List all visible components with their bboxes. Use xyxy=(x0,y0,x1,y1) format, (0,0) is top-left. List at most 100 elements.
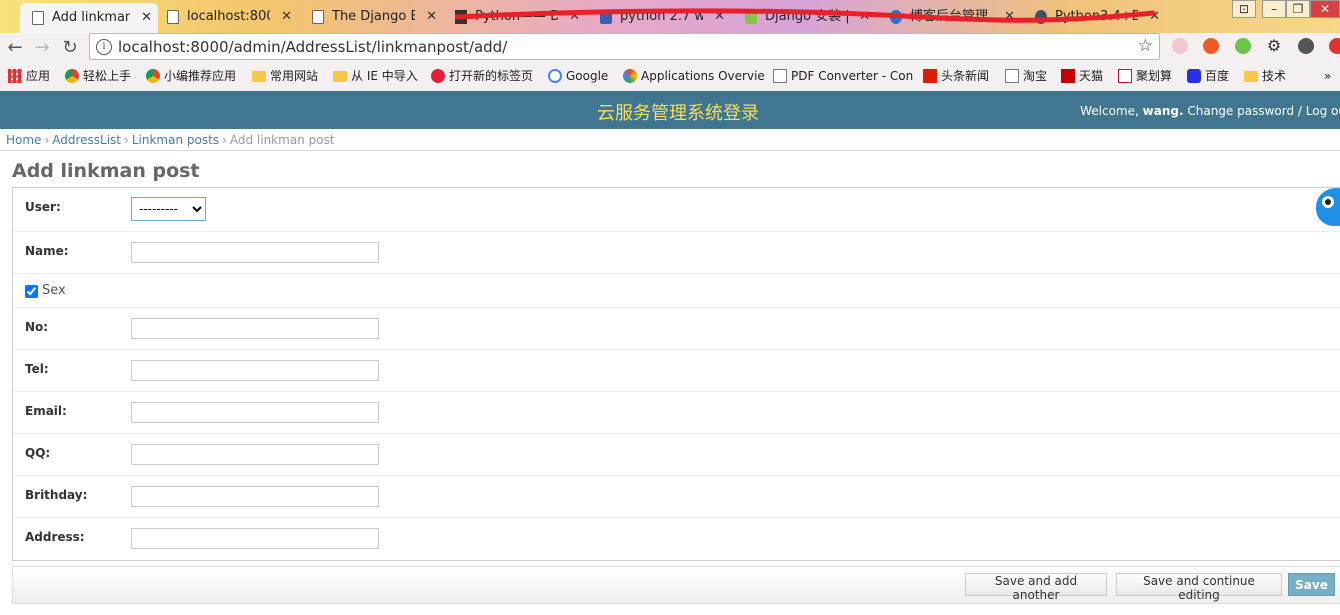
birthday-input[interactable] xyxy=(131,486,379,507)
breadcrumb-separator: › xyxy=(44,133,50,147)
close-icon[interactable]: ✕ xyxy=(569,2,580,32)
bookmarks-overflow-icon[interactable]: » xyxy=(1318,63,1331,90)
folder-icon xyxy=(1244,71,1258,82)
bookmark-label: 淘宝 xyxy=(1023,69,1048,83)
tab-django-book[interactable]: The Django Bo ✕ xyxy=(300,2,443,32)
bookmark-folder[interactable]: 技术 xyxy=(1242,63,1286,90)
save-and-add-another-button[interactable]: Save and add another xyxy=(965,573,1107,602)
bookmark-item[interactable]: 聚划算 xyxy=(1116,63,1172,90)
apps-overview-icon xyxy=(623,69,637,83)
tab-label: Django 安装 | xyxy=(765,9,848,24)
gear-icon[interactable]: ⚙ xyxy=(1266,38,1282,54)
extension-icon[interactable] xyxy=(1203,38,1219,54)
close-icon[interactable]: ✕ xyxy=(859,2,870,32)
maximize-icon[interactable]: ❐ xyxy=(1286,0,1310,18)
no-input[interactable] xyxy=(131,318,379,339)
google-icon xyxy=(548,69,562,83)
tab-localhost[interactable]: localhost:8000 ✕ xyxy=(155,2,298,32)
site-icon xyxy=(1035,10,1047,24)
save-and-continue-button[interactable]: Save and continue editing xyxy=(1116,573,1282,602)
bookmark-folder[interactable]: 从 IE 中导入 xyxy=(331,63,418,90)
folder-icon xyxy=(252,71,266,82)
extension-icon[interactable] xyxy=(1172,38,1188,54)
form-row-email: Email: xyxy=(13,392,1340,434)
tab-python-27[interactable]: python 2.7 win ✕ xyxy=(588,2,731,32)
bookmark-item[interactable]: 打开新的标签页 xyxy=(429,63,533,90)
form-row-no: No: xyxy=(13,308,1340,350)
breadcrumb-app[interactable]: AddressList xyxy=(52,133,121,147)
image-icon xyxy=(600,10,612,24)
tel-input[interactable] xyxy=(131,360,379,381)
user-select[interactable]: --------- xyxy=(131,197,206,221)
reload-icon[interactable]: ↻ xyxy=(59,37,81,59)
breadcrumb-model[interactable]: Linkman posts xyxy=(132,133,219,147)
close-icon[interactable]: ✕ xyxy=(426,2,437,32)
logout-link[interactable]: Log ou xyxy=(1306,104,1340,118)
qq-input[interactable] xyxy=(131,444,379,465)
breadcrumb: Home › AddressList › Linkman posts › Add linkm… xyxy=(0,129,1340,151)
name-label: Name: xyxy=(25,244,69,258)
evernote-icon[interactable] xyxy=(1298,38,1314,54)
bookmark-label: 从 IE 中导入 xyxy=(351,69,418,83)
close-icon[interactable]: ✕ xyxy=(141,3,152,33)
forward-icon[interactable]: → xyxy=(31,37,53,59)
star-icon[interactable]: ☆ xyxy=(1138,36,1153,56)
tab-label: Python3.4+Dj xyxy=(1055,9,1138,24)
new-tab-icon xyxy=(431,69,445,83)
url-text: localhost:8000/admin/AddressList/linkman… xyxy=(118,38,508,56)
folder-icon xyxy=(333,71,347,82)
bookmark-label: PDF Converter - Con xyxy=(791,69,914,83)
address-bar[interactable]: i localhost:8000/admin/AddressList/linkm… xyxy=(89,33,1160,60)
bookmark-item[interactable]: 淘宝 xyxy=(1003,63,1047,90)
bookmark-item[interactable]: 轻松上手 xyxy=(63,63,131,90)
bookmark-item[interactable]: 小编推荐应用 xyxy=(144,63,236,90)
close-icon[interactable]: ✕ xyxy=(714,2,725,32)
bookmark-item[interactable]: Google xyxy=(546,63,608,90)
profile-icon[interactable]: ⊡ xyxy=(1232,0,1256,18)
bookmark-label: Applications Overvie xyxy=(641,69,765,83)
back-icon[interactable]: ← xyxy=(4,37,26,59)
mascot-eye xyxy=(1322,196,1334,208)
breadcrumb-separator: › xyxy=(222,133,227,147)
bookmark-item[interactable]: 天猫 xyxy=(1059,63,1103,90)
page-icon xyxy=(32,11,44,25)
bookmark-apps[interactable]: 应用 xyxy=(6,63,50,90)
save-button[interactable]: Save xyxy=(1288,573,1335,596)
news-icon xyxy=(923,69,937,83)
form-row-name: Name: xyxy=(13,232,1340,274)
bookmark-label: 打开新的标签页 xyxy=(449,69,534,83)
sex-checkbox[interactable] xyxy=(25,285,38,298)
minimize-icon[interactable]: – xyxy=(1262,0,1286,18)
bookmark-label: 天猫 xyxy=(1079,69,1104,83)
bookmark-item[interactable]: PDF Converter - Con xyxy=(771,63,930,90)
tab-django-install[interactable]: Django 安装 | ✕ xyxy=(733,2,876,32)
bookmark-folder[interactable]: 常用网站 xyxy=(250,63,318,90)
tab-python34[interactable]: Python3.4+Dj ✕ xyxy=(1023,2,1166,32)
page-icon xyxy=(1005,69,1019,83)
breadcrumb-current: Add linkman post xyxy=(229,133,335,147)
tab-blog-admin[interactable]: 博客后台管理 ✕ xyxy=(878,2,1021,32)
no-label: No: xyxy=(25,320,49,334)
extension-icon[interactable] xyxy=(1329,38,1340,54)
close-icon[interactable]: ✕ xyxy=(281,2,292,32)
name-input[interactable] xyxy=(131,242,379,263)
change-password-link[interactable]: Change password xyxy=(1187,104,1294,118)
info-icon[interactable]: i xyxy=(96,39,112,55)
email-input[interactable] xyxy=(131,402,379,423)
close-icon[interactable]: ✕ xyxy=(1149,2,1160,32)
bookmark-item[interactable]: Applications Overvie xyxy=(621,63,780,90)
bookmark-item[interactable]: 头条新闻 xyxy=(921,63,989,90)
window-close-icon[interactable]: ✕ xyxy=(1310,0,1340,18)
tab-python-django[interactable]: Python—— Dj ✕ xyxy=(443,2,586,32)
site-icon xyxy=(890,10,902,24)
tab-label: localhost:8000 xyxy=(187,9,270,24)
linkman-form: User: --------- Name: Sex No: Tel: Email… xyxy=(12,187,1340,561)
address-input[interactable] xyxy=(131,528,379,549)
bookmark-label: 应用 xyxy=(26,69,51,83)
extension-icon[interactable] xyxy=(1235,38,1251,54)
mascot-pupil xyxy=(1325,199,1331,205)
breadcrumb-home[interactable]: Home xyxy=(6,133,41,147)
close-icon[interactable]: ✕ xyxy=(1004,2,1015,32)
tab-add-linkman[interactable]: Add linkman p ✕ xyxy=(20,3,158,33)
bookmark-item[interactable]: 百度 xyxy=(1185,63,1229,90)
